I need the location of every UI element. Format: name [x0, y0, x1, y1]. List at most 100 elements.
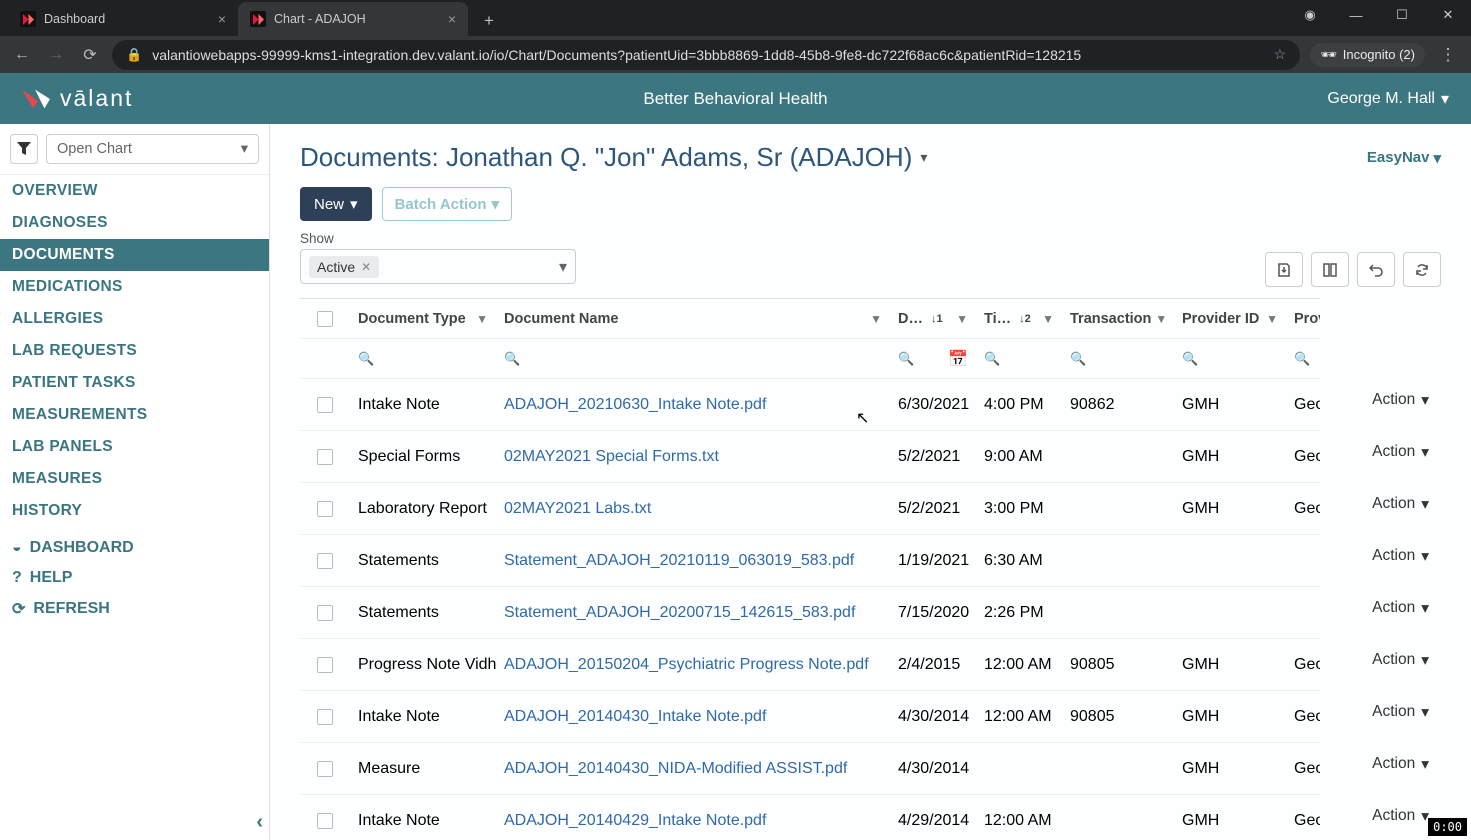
search-icon[interactable]: 🔍 [898, 351, 914, 367]
sidebar-item-allergies[interactable]: ALLERGIES [0, 303, 269, 335]
document-link[interactable]: Statement_ADAJOH_20210119_063019_583.pdf [504, 552, 854, 570]
sidebar-item-history[interactable]: HISTORY [0, 495, 269, 527]
sidebar-item-overview[interactable]: OVERVIEW [0, 175, 269, 207]
sidebar-refresh[interactable]: ⟳REFRESH [0, 593, 269, 625]
forward-button[interactable]: → [44, 43, 68, 67]
user-menu[interactable]: George M. Hall ▾ [1327, 89, 1449, 109]
easy-nav-button[interactable]: EasyNav ▾ [1367, 149, 1441, 167]
browser-tab[interactable]: Dashboard × [8, 2, 238, 36]
filter-icon[interactable]: ▼ [1266, 312, 1278, 326]
show-filter-select[interactable]: Active ✕ ▾ [300, 249, 576, 284]
row-checkbox[interactable] [317, 397, 333, 413]
new-tab-button[interactable]: + [474, 6, 504, 36]
col-date[interactable]: D…↓1▼ [890, 311, 976, 327]
col-document-type[interactable]: Document Type▼ [350, 311, 496, 327]
row-action-menu[interactable]: Action▾ [1341, 374, 1441, 426]
chevron-down-icon: ▾ [1421, 495, 1429, 514]
row-action-menu[interactable]: Action▾ [1341, 634, 1441, 686]
sidebar-item-medications[interactable]: MEDICATIONS [0, 271, 269, 303]
document-link[interactable]: 02MAY2021 Special Forms.txt [504, 448, 719, 466]
sidebar-item-measurements[interactable]: MEASUREMENTS [0, 399, 269, 431]
sidebar-collapse-button[interactable]: ‹ [256, 811, 263, 834]
sidebar-item-patient-tasks[interactable]: PATIENT TASKS [0, 367, 269, 399]
incognito-badge[interactable]: 🕶 Incognito (2) [1310, 43, 1425, 67]
filter-icon[interactable]: ▼ [1155, 312, 1167, 326]
filter-icon[interactable]: ▼ [956, 312, 968, 326]
row-action-menu[interactable]: Action▾ [1341, 738, 1441, 790]
document-link[interactable]: ADAJOH_20140429_Intake Note.pdf [504, 812, 766, 830]
select-all-checkbox[interactable] [317, 311, 333, 327]
star-icon[interactable]: ☆ [1274, 46, 1287, 63]
search-icon[interactable]: 🔍 [1070, 351, 1086, 367]
row-checkbox[interactable] [317, 761, 333, 777]
row-checkbox[interactable] [317, 813, 333, 829]
close-window-button[interactable]: ✕ [1425, 0, 1471, 30]
filter-icon[interactable]: ▼ [870, 312, 882, 326]
back-button[interactable]: ← [10, 43, 34, 67]
chrome-menu-button[interactable]: ⋮ [1435, 45, 1461, 65]
search-icon[interactable]: 🔍 [504, 351, 520, 367]
remove-chip-icon[interactable]: ✕ [361, 260, 371, 274]
document-link[interactable]: Statement_ADAJOH_20200715_142615_583.pdf [504, 604, 855, 622]
undo-button[interactable] [1357, 252, 1395, 287]
cell-date: 6/30/2021 [890, 396, 976, 414]
sidebar-item-lab-panels[interactable]: LAB PANELS [0, 431, 269, 463]
calendar-icon[interactable]: 📅 [948, 349, 968, 369]
document-link[interactable]: ADAJOH_20140430_Intake Note.pdf [504, 708, 766, 726]
row-checkbox[interactable] [317, 657, 333, 673]
row-checkbox[interactable] [317, 709, 333, 725]
export-button[interactable] [1265, 252, 1303, 287]
col-document-name[interactable]: Document Name▼ [496, 311, 890, 327]
sidebar-item-documents[interactable]: DOCUMENTS [0, 239, 269, 271]
filter-chip[interactable]: Active ✕ [309, 256, 379, 278]
columns-button[interactable] [1311, 252, 1349, 287]
document-link[interactable]: 02MAY2021 Labs.txt [504, 500, 651, 518]
cell-time: 3:00 PM [976, 500, 1062, 518]
sidebar-item-lab-requests[interactable]: LAB REQUESTS [0, 335, 269, 367]
row-checkbox[interactable] [317, 501, 333, 517]
document-link[interactable]: ADAJOH_20150204_Psychiatric Progress Not… [504, 656, 869, 674]
search-icon[interactable]: 🔍 [1182, 351, 1198, 367]
row-checkbox[interactable] [317, 553, 333, 569]
filter-icon[interactable] [10, 134, 38, 164]
minimize-button[interactable]: — [1333, 0, 1379, 30]
document-link[interactable]: ADAJOH_20140430_NIDA-Modified ASSIST.pdf [504, 760, 847, 778]
document-link[interactable]: ADAJOH_20210630_Intake Note.pdf [504, 396, 766, 414]
sidebar-dashboard[interactable]: ◒DASHBOARD [0, 533, 269, 563]
filter-icon[interactable]: ▼ [1042, 312, 1054, 326]
url-field[interactable]: 🔒 valantiowebapps-99999-kms1-integration… [112, 40, 1300, 70]
filter-icon[interactable]: ▼ [476, 312, 488, 326]
sidebar-item-measures[interactable]: MEASURES [0, 463, 269, 495]
sidebar-item-diagnoses[interactable]: DIAGNOSES [0, 207, 269, 239]
browser-tab[interactable]: Chart - ADAJOH × [238, 2, 468, 36]
sidebar-help[interactable]: ?HELP [0, 563, 269, 593]
row-action-menu[interactable]: Action▾ [1341, 686, 1441, 738]
row-checkbox[interactable] [317, 449, 333, 465]
col-prov[interactable]: Prov [1286, 311, 1320, 327]
label: DASHBOARD [30, 539, 134, 557]
page-title[interactable]: Documents: Jonathan Q. "Jon" Adams, Sr (… [300, 142, 927, 173]
search-icon[interactable]: 🔍 [1294, 351, 1310, 367]
col-time[interactable]: Ti…↓2▼ [976, 311, 1062, 327]
maximize-button[interactable]: ☐ [1379, 0, 1425, 30]
search-icon[interactable]: 🔍 [358, 351, 374, 367]
new-button[interactable]: New ▾ [300, 187, 372, 221]
col-provider-id[interactable]: Provider ID▼ [1174, 311, 1286, 327]
open-chart-dropdown[interactable]: Open Chart ▾ [46, 134, 259, 164]
incognito-indicator-icon[interactable]: ◉ [1287, 0, 1333, 30]
brand-logo[interactable]: vālant [22, 85, 133, 112]
row-action-menu[interactable]: Action▾ [1341, 790, 1441, 840]
close-icon[interactable]: × [448, 11, 456, 27]
refresh-button[interactable] [1403, 252, 1441, 287]
col-transaction[interactable]: Transaction▼ [1062, 311, 1174, 327]
row-action-menu[interactable]: Action▾ [1341, 582, 1441, 634]
batch-action-button[interactable]: Batch Action ▾ [382, 187, 512, 221]
row-checkbox[interactable] [317, 605, 333, 621]
close-icon[interactable]: × [218, 11, 226, 27]
row-action-menu[interactable]: Action▾ [1341, 478, 1441, 530]
row-action-menu[interactable]: Action▾ [1341, 530, 1441, 582]
row-action-menu[interactable]: Action▾ [1341, 426, 1441, 478]
action-label: Action [1372, 755, 1415, 773]
search-icon[interactable]: 🔍 [984, 351, 1000, 367]
reload-button[interactable]: ⟳ [78, 43, 102, 67]
